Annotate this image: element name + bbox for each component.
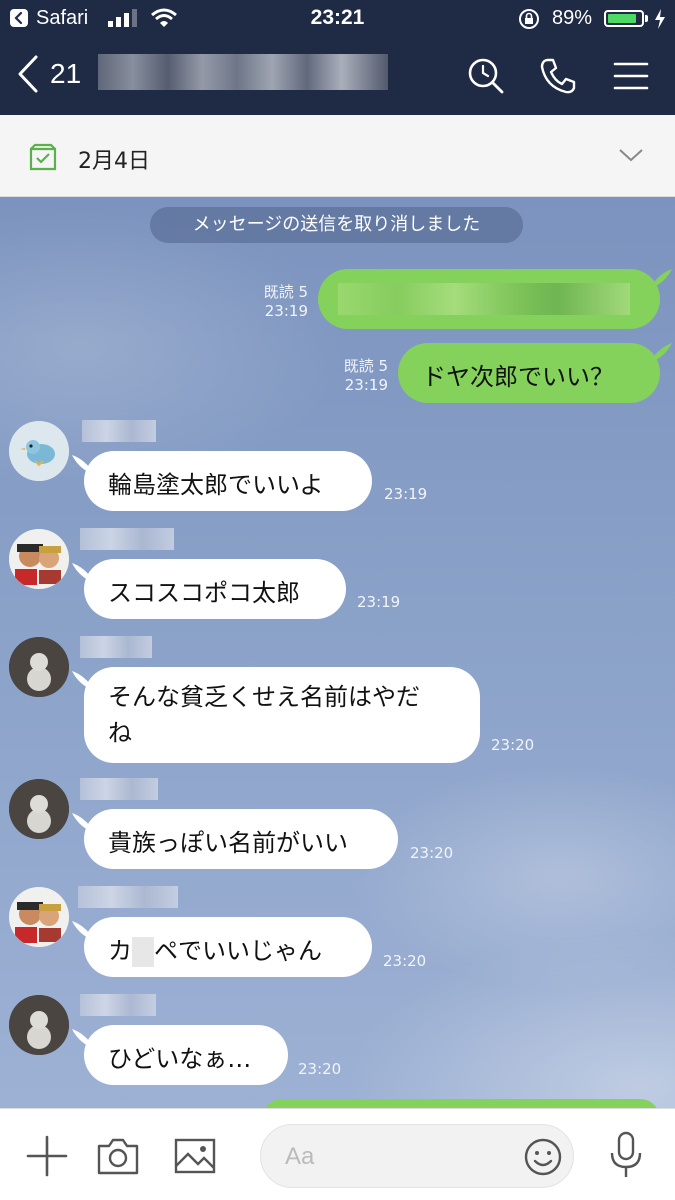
message-time: 23:20: [383, 952, 427, 970]
message-time: 23:19: [357, 593, 401, 611]
battery-fill: [608, 14, 636, 23]
avatar[interactable]: [9, 887, 69, 947]
search-icon[interactable]: [466, 56, 506, 96]
read-label: 既読 5: [263, 283, 308, 301]
system-notice: メッセージの送信を取り消しました: [150, 207, 523, 243]
message-text: スコスコポコ太郎: [108, 579, 300, 607]
sender-name-redacted: [80, 636, 152, 658]
phone-icon[interactable]: [538, 56, 578, 96]
battery-percent: 89%: [552, 7, 593, 29]
sender-name-redacted: [78, 886, 178, 908]
sender-name-redacted: [80, 778, 158, 800]
incoming-bubble[interactable]: スコスコポコ太郎: [84, 559, 346, 619]
message-text-line: ね: [108, 719, 132, 747]
sender-name-redacted: [82, 420, 156, 442]
message-text: 貴族っぽい名前がいい: [108, 829, 348, 857]
battery-tip: [645, 15, 648, 22]
plus-icon[interactable]: [26, 1135, 68, 1181]
date-header[interactable]: 2月4日: [0, 115, 675, 197]
avatar[interactable]: [9, 529, 69, 589]
incoming-bubble[interactable]: そんな貧乏くせえ名前はやだ ね: [84, 667, 480, 763]
rotation-lock-icon: [518, 8, 540, 35]
redacted-character: [132, 937, 154, 967]
outgoing-bubble-partial[interactable]: [262, 1099, 660, 1108]
message-input[interactable]: [283, 1139, 507, 1175]
message-field[interactable]: [260, 1124, 574, 1188]
message-time: 23:19: [344, 376, 388, 394]
read-label: 既読 5: [343, 357, 388, 375]
message-text-line: そんな貧乏くせえ名前はやだ: [108, 683, 420, 711]
message-text: カペでいいじゃん: [108, 931, 348, 967]
message-text: ひどいなぁ…: [108, 1045, 252, 1073]
input-bar: [0, 1108, 675, 1200]
back-chevron-icon[interactable]: [14, 54, 42, 98]
message-time: 23:20: [410, 844, 454, 862]
image-icon[interactable]: [174, 1138, 216, 1178]
outgoing-bubble[interactable]: [318, 269, 660, 329]
incoming-bubble[interactable]: 貴族っぽい名前がいい: [84, 809, 398, 869]
avatar[interactable]: [9, 421, 69, 481]
member-count[interactable]: 21: [50, 58, 81, 90]
sender-name-redacted: [80, 994, 156, 1016]
calendar-check-icon: [29, 143, 57, 175]
incoming-bubble[interactable]: 輪島塗太郎でいいよ: [84, 451, 372, 511]
avatar[interactable]: [9, 637, 69, 697]
bubble-tail: [650, 343, 672, 361]
message-text-part: ペでいいじゃん: [154, 937, 322, 965]
message-text: 輪島塗太郎でいいよ: [108, 471, 324, 499]
sender-name-redacted: [80, 528, 174, 550]
message-time: 23:20: [491, 736, 535, 754]
date-label: 2月4日: [78, 149, 150, 174]
chat-area[interactable]: メッセージの送信を取り消しました 既読 5 23:19 既読 5 23:19 ド…: [0, 197, 675, 1108]
message-text: ドヤ次郎でいい？: [422, 363, 614, 391]
camera-icon[interactable]: [96, 1136, 140, 1180]
message-text-part: カ: [108, 937, 132, 965]
redacted-message-text: [338, 283, 630, 315]
avatar[interactable]: [9, 995, 69, 1055]
status-bar: Safari 23:21 89%: [0, 0, 675, 36]
message-meta: 既読 5 23:19: [330, 357, 388, 395]
emoji-icon[interactable]: [523, 1137, 563, 1181]
message-time: 23:19: [384, 485, 428, 503]
incoming-bubble[interactable]: カペでいいじゃん: [84, 917, 372, 977]
battery-icon: [604, 10, 644, 27]
chevron-down-icon[interactable]: [618, 147, 644, 167]
incoming-bubble[interactable]: ひどいなぁ…: [84, 1025, 288, 1085]
avatar[interactable]: [9, 779, 69, 839]
group-name-redacted[interactable]: [98, 54, 388, 90]
charging-icon: [654, 9, 666, 34]
menu-icon[interactable]: [613, 56, 653, 96]
microphone-icon[interactable]: [608, 1131, 644, 1185]
message-meta: 既読 5 23:19: [250, 283, 308, 321]
message-time: 23:20: [298, 1060, 342, 1078]
chat-header: 21: [0, 36, 675, 115]
message-time: 23:19: [264, 302, 308, 320]
outgoing-bubble[interactable]: ドヤ次郎でいい？: [398, 343, 660, 403]
bubble-tail: [650, 269, 672, 287]
